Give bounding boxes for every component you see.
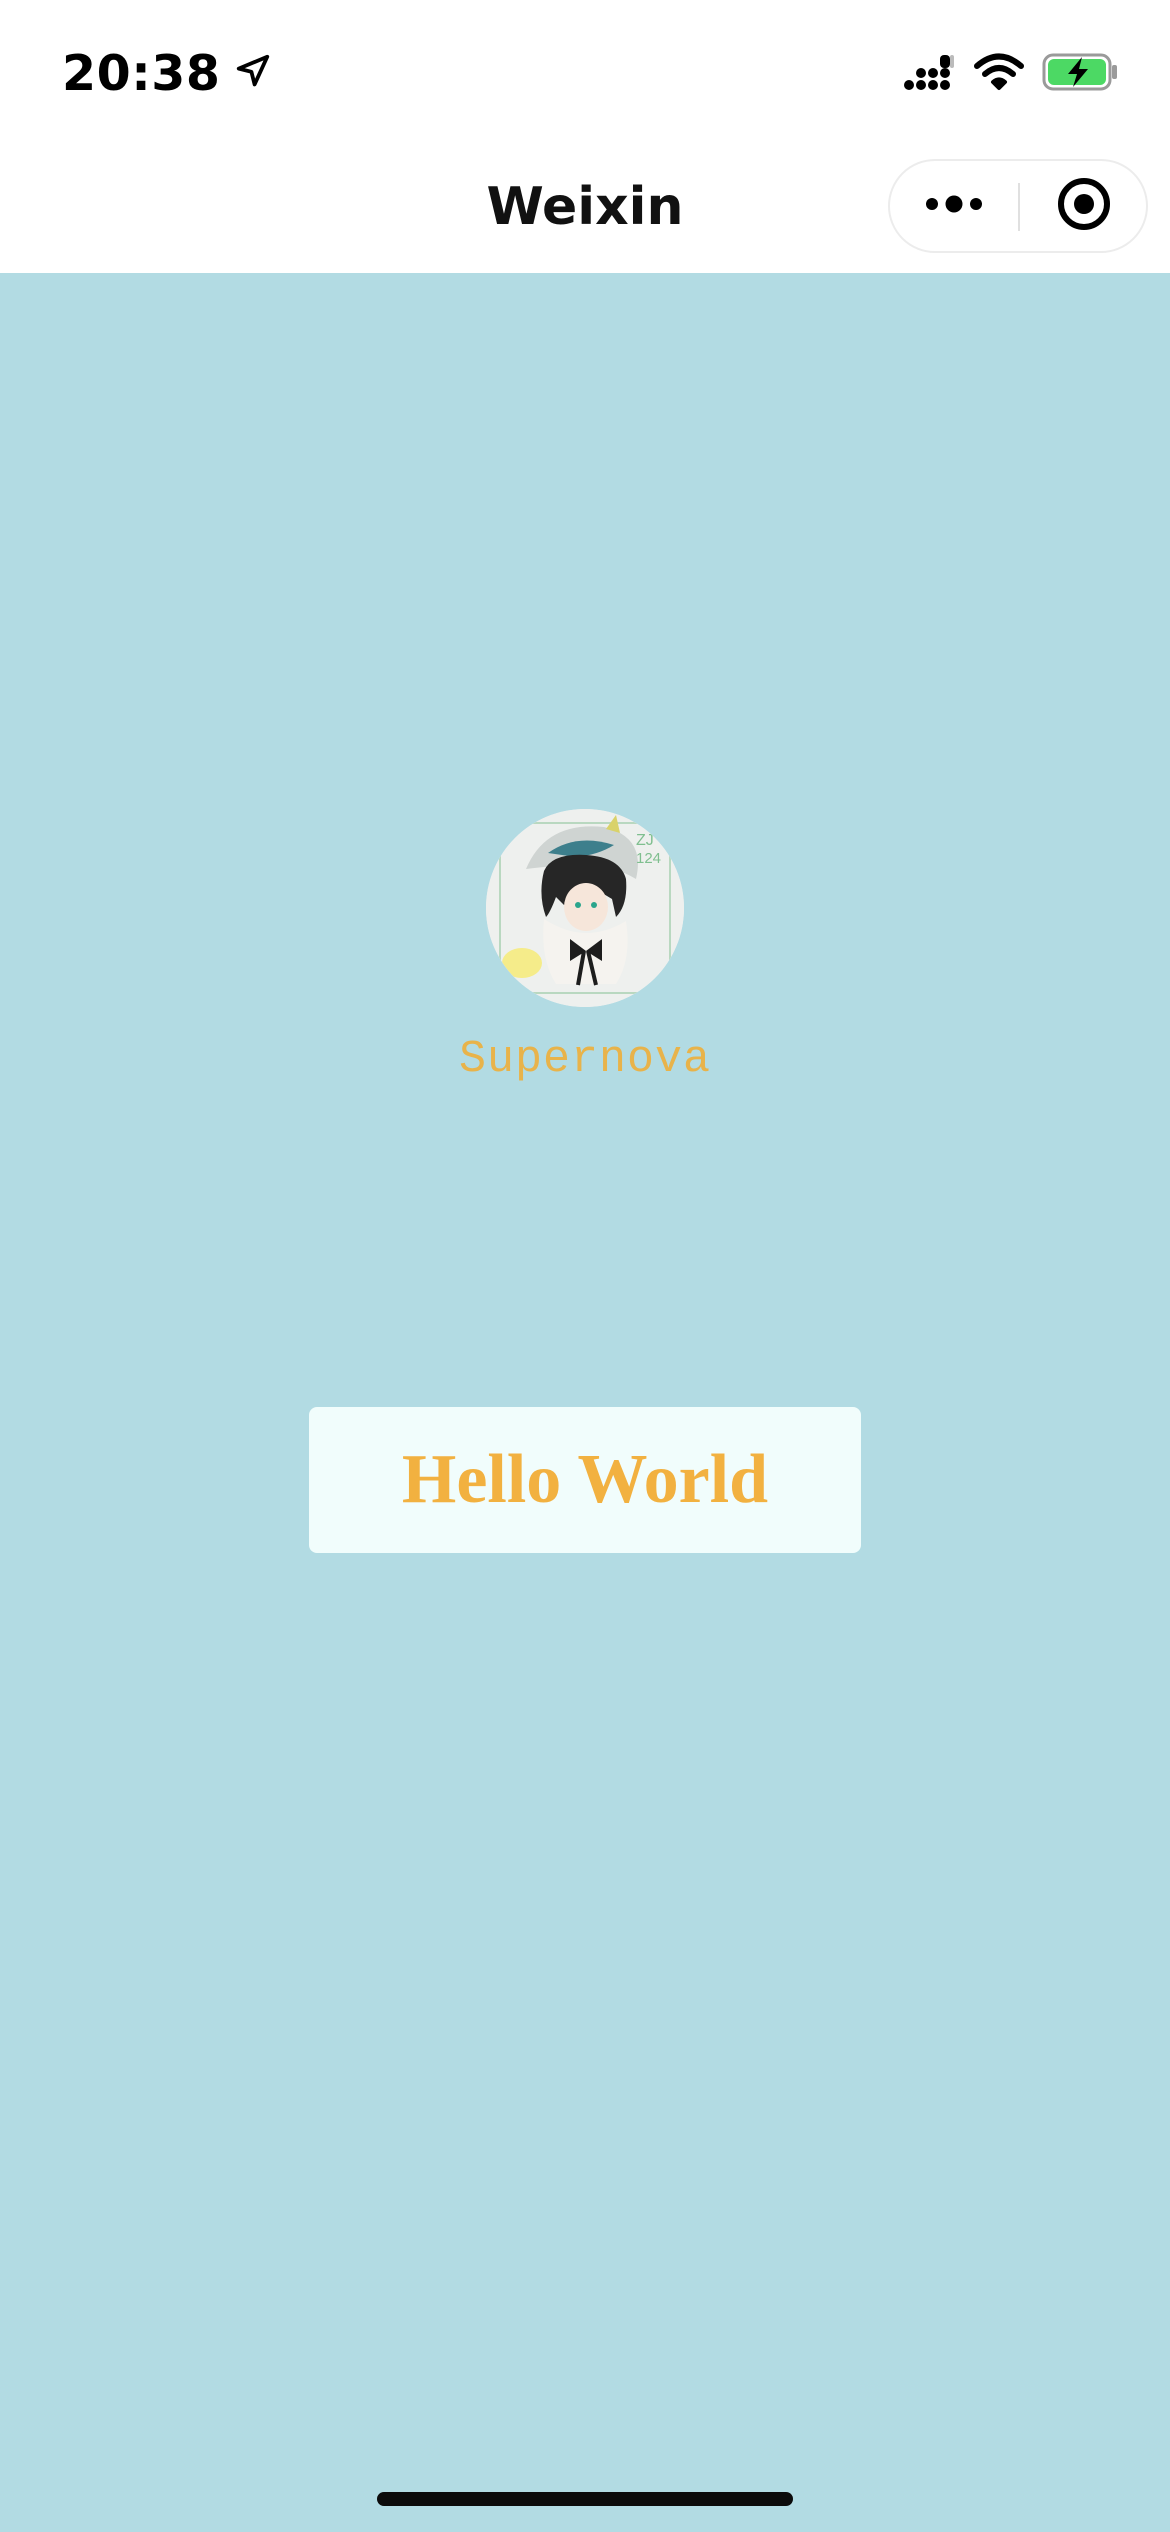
cellular-signal-icon: [902, 52, 956, 97]
more-dots-icon: [924, 192, 984, 221]
status-bar: 20:38: [0, 0, 1170, 140]
mini-program-capsule: [888, 159, 1148, 253]
battery-charging-icon: [1042, 52, 1118, 97]
more-button[interactable]: [890, 161, 1018, 251]
status-time: 20:38: [62, 44, 221, 102]
close-button[interactable]: [1020, 161, 1148, 251]
hello-world-button[interactable]: Hello World: [309, 1407, 861, 1553]
svg-text:ZJ: ZJ: [636, 832, 654, 849]
mini-program-close-icon: [1056, 176, 1112, 237]
nav-bar: Weixin: [0, 140, 1170, 273]
username: Supernova: [458, 1034, 712, 1085]
status-icons: [902, 48, 1118, 100]
svg-text:124: 124: [636, 850, 661, 867]
status-time-group: 20:38: [62, 38, 272, 108]
main-content: [0, 273, 1170, 2532]
wifi-icon: [974, 53, 1024, 96]
location-arrow-icon: [234, 52, 272, 95]
home-indicator[interactable]: [377, 2492, 793, 2506]
avatar: ZJ 124: [486, 809, 684, 1007]
